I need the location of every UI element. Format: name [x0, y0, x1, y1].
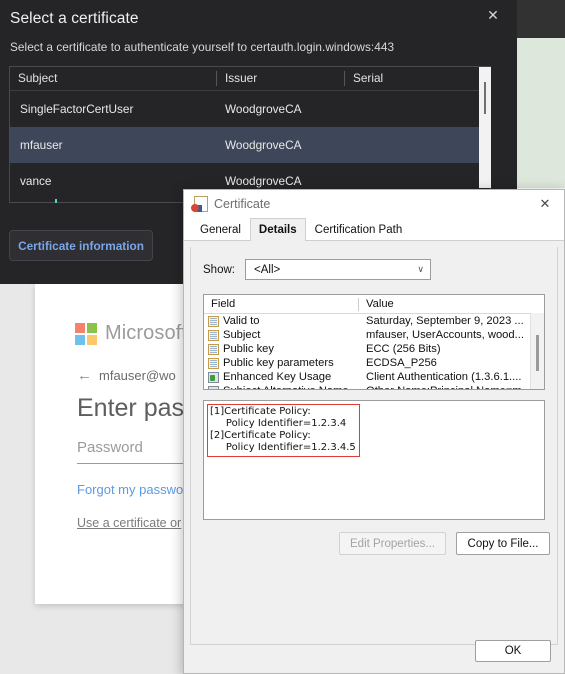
- action-buttons-row: Edit Properties... Copy to File...: [339, 532, 551, 555]
- certificate-icon: [191, 196, 208, 212]
- certificate-policies-detail-text: [1]Certificate Policy: Policy Identifier…: [207, 404, 360, 457]
- field-name-label: Public key parameters: [223, 357, 334, 369]
- copy-to-file-button[interactable]: Copy to File...: [456, 532, 551, 555]
- chevron-down-icon: ∨: [417, 264, 424, 274]
- field-value-cell: Other Name:Principal Name=m...: [359, 385, 529, 389]
- microsoft-wordmark: Microsoft: [105, 322, 188, 344]
- cell-subject: vance: [20, 174, 52, 188]
- field-value-cell: mfauser, UserAccounts, wood...: [366, 329, 524, 341]
- list-item[interactable]: Public key ECC (256 Bits): [204, 342, 544, 356]
- show-filter-value: <All>: [254, 263, 281, 276]
- account-email-label: mfauser@wo: [99, 368, 176, 383]
- logo-quadrant-blue: [75, 334, 85, 345]
- show-filter-select[interactable]: <All> ∨: [245, 259, 431, 280]
- certificate-window: Certificate ✕ General Details Certificat…: [183, 189, 565, 674]
- microsoft-logo: Microsoft: [75, 322, 187, 345]
- text-caret: [55, 199, 57, 203]
- field-list: Field Value Valid to Saturday, September…: [203, 294, 545, 390]
- column-header-value[interactable]: Value: [359, 298, 529, 311]
- column-header-serial[interactable]: Serial: [345, 71, 490, 86]
- show-filter-label: Show:: [203, 263, 235, 276]
- field-list-scrollbar[interactable]: [530, 313, 544, 389]
- column-header-subject[interactable]: Subject: [10, 71, 217, 86]
- table-row[interactable]: SingleFactorCertUser WoodgroveCA: [10, 91, 490, 127]
- forgot-password-link[interactable]: Forgot my password: [77, 482, 195, 497]
- scrollbar-thumb[interactable]: [484, 82, 486, 114]
- dialog-subtitle: Select a certificate to authenticate you…: [10, 40, 395, 54]
- basic-field-icon: [208, 315, 219, 327]
- certificate-list-scrollbar[interactable]: [479, 67, 491, 188]
- close-icon[interactable]: ✕: [481, 4, 505, 26]
- tab-details[interactable]: Details: [249, 218, 306, 241]
- tab-certification-path[interactable]: Certification Path: [306, 218, 412, 241]
- cell-issuer: WoodgroveCA: [225, 102, 302, 116]
- field-value-cell: ECC (256 Bits): [366, 343, 441, 355]
- logo-quadrant-red: [75, 322, 85, 333]
- list-item[interactable]: Valid to Saturday, September 9, 2023 ...: [204, 314, 544, 328]
- back-arrow-icon[interactable]: ←: [77, 368, 92, 383]
- basic-field-icon: [208, 343, 219, 355]
- scrollbar-thumb[interactable]: [536, 335, 539, 371]
- column-header-issuer[interactable]: Issuer: [217, 71, 345, 86]
- extension-field-icon: [208, 385, 219, 389]
- account-row[interactable]: ← mfauser@wo: [77, 368, 176, 383]
- certificate-table: Subject Issuer Serial SingleFactorCertUs…: [9, 66, 491, 203]
- field-value-cell: Saturday, September 9, 2023 ...: [366, 315, 524, 327]
- field-detail-pane[interactable]: [1]Certificate Policy: Policy Identifier…: [203, 400, 545, 520]
- field-name-label: Public key: [223, 343, 274, 355]
- field-value-cell: ECDSA_P256: [366, 357, 437, 369]
- field-value-cell: Client Authentication (1.3.6.1....: [366, 371, 522, 383]
- field-name-cell: Subject Alternative Name: [204, 385, 359, 389]
- list-item[interactable]: Enhanced Key Usage Client Authentication…: [204, 370, 544, 384]
- dialog-title: Select a certificate: [10, 10, 139, 27]
- cell-issuer: WoodgroveCA: [225, 138, 302, 152]
- basic-field-icon: [208, 357, 219, 369]
- cell-subject: mfauser: [20, 138, 63, 152]
- column-header-field[interactable]: Field: [204, 297, 359, 311]
- use-certificate-link[interactable]: Use a certificate or: [77, 516, 181, 530]
- page-title: Enter pass: [77, 394, 197, 422]
- field-name-cell: Valid to: [204, 315, 359, 327]
- details-tab-panel: Show: <All> ∨ Field Value Valid to Satur…: [190, 247, 558, 645]
- list-item[interactable]: Subject mfauser, UserAccounts, wood...: [204, 328, 544, 342]
- basic-field-icon: [208, 329, 219, 341]
- field-name-label: Subject Alternative Name: [223, 385, 349, 389]
- field-name-cell: Subject: [204, 329, 359, 341]
- logo-quadrant-yellow: [87, 334, 97, 345]
- field-name-label: Enhanced Key Usage: [223, 371, 332, 383]
- table-header-row: Subject Issuer Serial: [10, 67, 490, 91]
- field-name-label: Valid to: [223, 315, 260, 327]
- close-icon[interactable]: ✕: [526, 190, 564, 218]
- microsoft-logo-icon: [75, 322, 97, 345]
- show-filter-row: Show: <All> ∨: [203, 259, 431, 280]
- certificate-information-button[interactable]: Certificate information: [9, 230, 153, 261]
- table-row[interactable]: mfauser WoodgroveCA: [10, 127, 490, 163]
- field-name-cell: Enhanced Key Usage: [204, 371, 359, 383]
- extension-field-icon: [208, 371, 219, 383]
- field-name-cell: Public key: [204, 343, 359, 355]
- list-item[interactable]: Subject Alternative Name Other Name:Prin…: [204, 384, 544, 389]
- window-title: Certificate: [214, 197, 271, 211]
- field-list-header-row: Field Value: [204, 295, 544, 314]
- edit-properties-button[interactable]: Edit Properties...: [339, 532, 447, 555]
- cell-subject: SingleFactorCertUser: [20, 102, 134, 116]
- list-item[interactable]: Public key parameters ECDSA_P256: [204, 356, 544, 370]
- tabstrip: General Details Certification Path: [184, 218, 564, 241]
- field-name-cell: Public key parameters: [204, 357, 359, 369]
- field-name-label: Subject: [223, 329, 261, 341]
- certificate-titlebar[interactable]: Certificate ✕: [184, 190, 564, 218]
- logo-quadrant-green: [87, 322, 97, 333]
- cell-issuer: WoodgroveCA: [225, 174, 302, 188]
- tab-general[interactable]: General: [191, 218, 250, 241]
- ok-button[interactable]: OK: [475, 640, 551, 662]
